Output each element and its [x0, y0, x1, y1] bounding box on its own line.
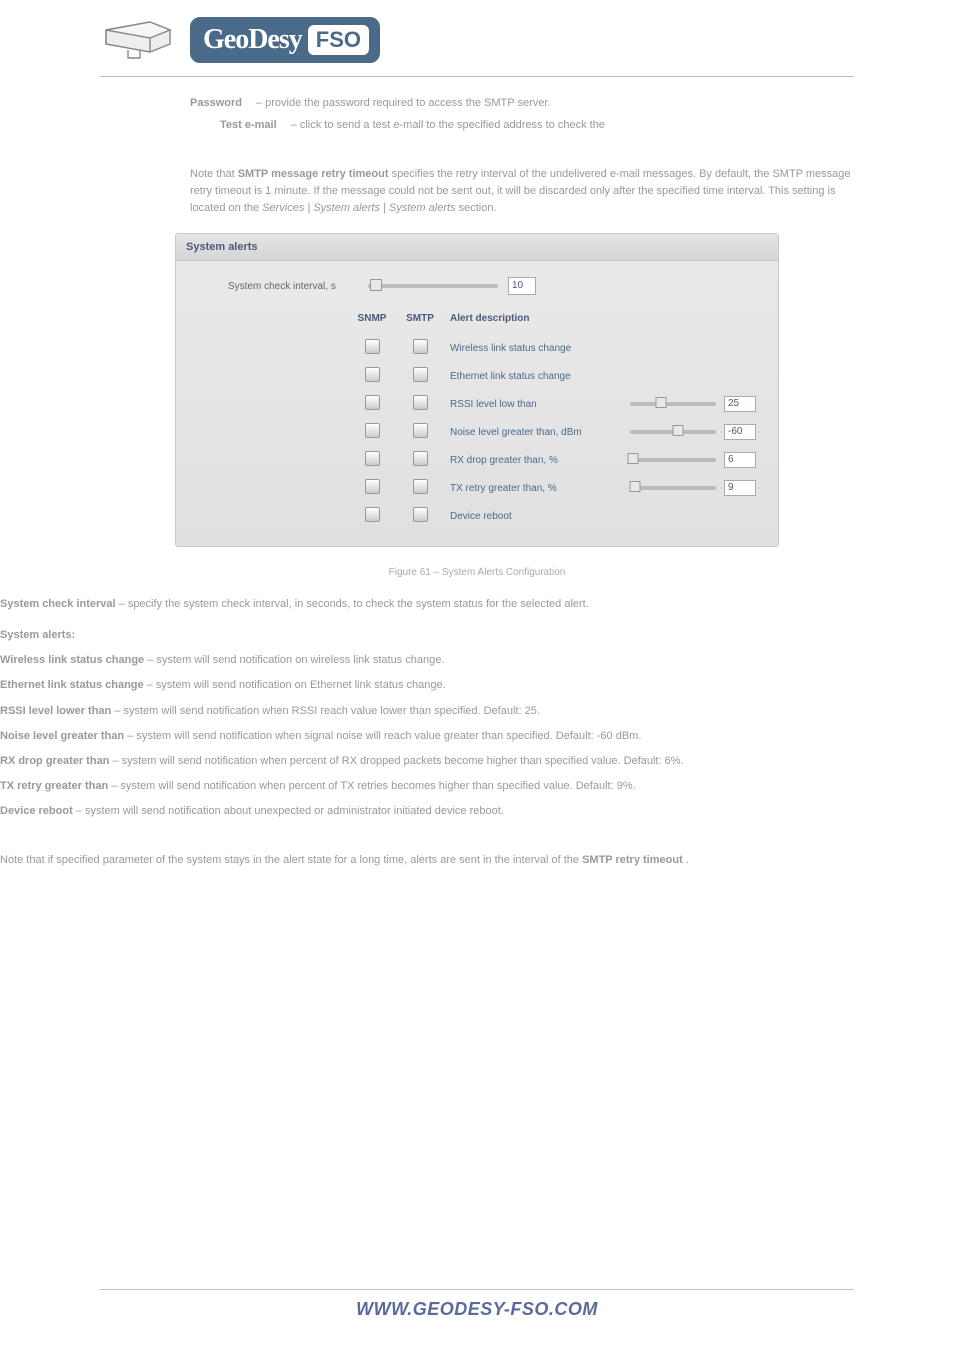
smtp-checkbox[interactable] [413, 451, 428, 466]
def-ethernet: Ethernet link status change – system wil… [0, 673, 954, 698]
panel-title: System alerts [176, 234, 778, 261]
footer-divider [100, 1289, 854, 1290]
alerts-table: SNMP SMTP Alert description Wireless lin… [192, 309, 762, 530]
slider-thumb-icon[interactable] [673, 425, 684, 436]
figure-caption: Figure 61 – System Alerts Configuration [0, 567, 954, 578]
table-row: RX drop greater than, % 6 [192, 446, 762, 474]
threshold-input[interactable]: -60 [724, 424, 756, 440]
brand-fso-text: FSO [308, 25, 369, 55]
smtp-checkbox[interactable] [413, 367, 428, 382]
brand-logo: GeoDesy FSO [190, 17, 380, 63]
smtp-checkbox[interactable] [413, 507, 428, 522]
note-leadin: Note that [190, 168, 238, 180]
def-check-interval: System check interval – specify the syst… [0, 592, 954, 617]
col-header-desc: Alert description [444, 309, 624, 334]
camera-icon [100, 16, 176, 64]
threshold-slider[interactable] [630, 402, 716, 406]
brand-geodesy-text: GeoDesy [201, 24, 308, 56]
test-email-text: – click to send a test e-mail to the spe… [291, 119, 605, 131]
note-tail1: section. [459, 202, 497, 214]
threshold-slider[interactable] [630, 458, 716, 462]
def-rssi: RSSI level lower than – system will send… [0, 699, 954, 724]
slider-thumb-icon[interactable] [630, 481, 641, 492]
interval-row: System check interval, s 10 [192, 277, 762, 309]
page-header: GeoDesy FSO [0, 0, 954, 72]
def-reboot: Device reboot – system will send notific… [0, 799, 954, 824]
alert-description: Ethernet link status change [444, 362, 624, 390]
top-definition-block: Password – provide the password required… [0, 77, 954, 134]
snmp-checkbox[interactable] [365, 339, 380, 354]
snmp-checkbox[interactable] [365, 367, 380, 382]
table-row: Wireless link status change [192, 334, 762, 362]
slider-thumb-icon[interactable] [370, 279, 382, 291]
alert-description: Wireless link status change [444, 334, 624, 362]
def-tx: TX retry greater than – system will send… [0, 774, 954, 799]
table-row: Noise level greater than, dBm -60 [192, 418, 762, 446]
note-block-1: Note that SMTP message retry timeout spe… [0, 162, 954, 221]
smtp-checkbox[interactable] [413, 423, 428, 438]
alert-description: TX retry greater than, % [444, 474, 624, 502]
col-header-snmp: SNMP [348, 309, 396, 334]
threshold-slider[interactable] [630, 486, 716, 490]
note-strong: SMTP message retry timeout [238, 168, 389, 180]
password-label: Password [190, 97, 242, 109]
alert-description: Noise level greater than, dBm [444, 418, 624, 446]
note-path: Services | System alerts | System alerts [262, 202, 455, 214]
footer-url: WWW.GEODESY-FSO.COM [0, 1299, 954, 1320]
threshold-input[interactable]: 9 [724, 480, 756, 496]
password-text: – provide the password required to acces… [256, 97, 551, 109]
interval-slider[interactable] [368, 284, 498, 288]
alert-description: RX drop greater than, % [444, 446, 624, 474]
alert-description: RSSI level low than [444, 390, 624, 418]
table-row: Device reboot [192, 502, 762, 530]
interval-label: System check interval, s [228, 281, 368, 292]
interval-value-input[interactable]: 10 [508, 277, 536, 295]
snmp-checkbox[interactable] [365, 451, 380, 466]
smtp-checkbox[interactable] [413, 479, 428, 494]
system-alerts-panel: System alerts System check interval, s 1… [175, 233, 779, 547]
note-block-2: Note that if specified parameter of the … [0, 848, 954, 873]
def-wireless: Wireless link status change – system wil… [0, 648, 954, 673]
def-rx: RX drop greater than – system will send … [0, 749, 954, 774]
col-header-smtp: SMTP [396, 309, 444, 334]
test-email-label: Test e-mail [220, 119, 277, 131]
smtp-checkbox[interactable] [413, 395, 428, 410]
slider-thumb-icon[interactable] [655, 397, 666, 408]
snmp-checkbox[interactable] [365, 395, 380, 410]
system-alerts-lead: System alerts: [0, 623, 954, 648]
threshold-slider[interactable] [630, 430, 716, 434]
table-row: Ethernet link status change [192, 362, 762, 390]
snmp-checkbox[interactable] [365, 479, 380, 494]
smtp-checkbox[interactable] [413, 339, 428, 354]
threshold-input[interactable]: 6 [724, 452, 756, 468]
def-noise: Noise level greater than – system will s… [0, 724, 954, 749]
threshold-input[interactable]: 25 [724, 396, 756, 412]
snmp-checkbox[interactable] [365, 507, 380, 522]
alert-description: Device reboot [444, 502, 624, 530]
snmp-checkbox[interactable] [365, 423, 380, 438]
slider-thumb-icon[interactable] [628, 453, 639, 464]
table-row: RSSI level low than 25 [192, 390, 762, 418]
table-row: TX retry greater than, % 9 [192, 474, 762, 502]
